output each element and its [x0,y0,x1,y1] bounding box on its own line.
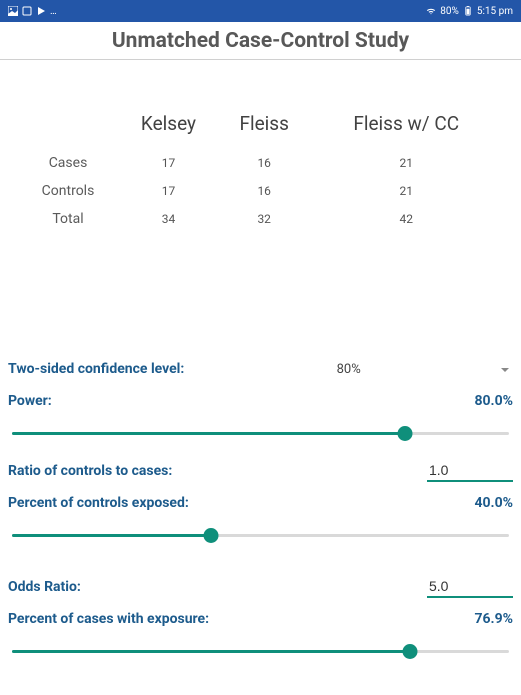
battery-icon [463,6,473,16]
odds-ratio-label: Odds Ratio: [8,579,81,595]
row-label-controls: Controls [18,177,118,205]
cell: 17 [118,149,219,177]
results-table: Kelsey Fleiss Fleiss w/ CC Cases 17 16 2… [0,60,521,233]
cell: 16 [219,177,310,205]
row-label-cases: Cases [18,149,118,177]
table-row: Cases 17 16 21 [18,149,503,177]
col-kelsey: Kelsey [118,92,219,149]
cell: 21 [309,177,503,205]
power-slider[interactable] [12,420,509,448]
chevron-down-icon [501,368,509,372]
confidence-select[interactable]: 80% [184,362,513,377]
slider-thumb[interactable] [402,644,417,659]
cases-exposure-slider[interactable] [12,638,509,666]
status-left: … [8,6,57,17]
power-row: Power: 80.0% [8,388,513,414]
col-fleiss-cc: Fleiss w/ CC [309,92,503,149]
controls-exposed-value: 40.0% [474,495,513,511]
table-row: Total 34 32 42 [18,205,503,233]
slider-thumb[interactable] [397,426,412,441]
cell: 34 [118,205,219,233]
power-value: 80.0% [474,393,513,409]
table-corner [18,92,118,149]
confidence-label: Two-sided confidence level: [8,361,184,377]
play-icon [36,6,46,16]
wifi-icon [426,6,436,16]
image-icon [8,6,18,16]
controls-exposed-label: Percent of controls exposed: [8,495,189,511]
cases-exposure-label: Percent of cases with exposure: [8,611,209,627]
controls-exposed-slider[interactable] [12,522,509,550]
odds-ratio-row: Odds Ratio: [8,574,513,600]
ratio-label: Ratio of controls to cases: [8,463,172,479]
cell: 17 [118,177,219,205]
table-row: Controls 17 16 21 [18,177,503,205]
cases-exposure-row: Percent of cases with exposure: 76.9% [8,606,513,632]
status-time: 5:15 pm [477,6,513,17]
col-fleiss: Fleiss [219,92,310,149]
row-label-total: Total [18,205,118,233]
parameters-panel: Two-sided confidence level: 80% Power: 8… [0,356,521,676]
ratio-row: Ratio of controls to cases: [8,458,513,484]
battery-text: 80% [440,6,459,17]
cell: 16 [219,149,310,177]
ratio-input[interactable] [427,460,513,482]
square-icon [22,6,32,16]
cell: 42 [309,205,503,233]
cell: 21 [309,149,503,177]
controls-exposed-row: Percent of controls exposed: 40.0% [8,490,513,516]
confidence-row[interactable]: Two-sided confidence level: 80% [8,356,513,382]
odds-ratio-input[interactable] [427,576,513,598]
power-label: Power: [8,393,52,409]
page-title: Unmatched Case-Control Study [0,22,521,60]
cases-exposure-value: 76.9% [474,611,513,627]
slider-thumb[interactable] [203,528,218,543]
status-more: … [50,6,57,17]
status-right: 80% 5:15 pm [426,6,513,17]
cell: 32 [219,205,310,233]
status-bar: … 80% 5:15 pm [0,0,521,22]
